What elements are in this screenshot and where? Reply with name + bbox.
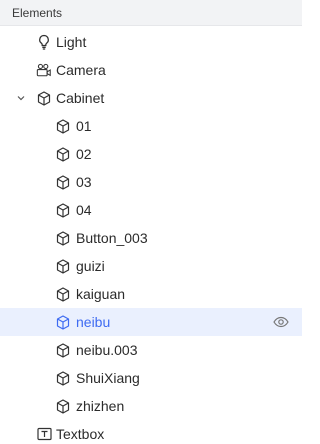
tree-item-label: guizi	[76, 258, 105, 274]
cube-icon	[55, 258, 71, 274]
cube-icon	[55, 202, 71, 218]
tree-item-neibu-003[interactable]: neibu.003	[0, 336, 302, 364]
tree-item-label: 04	[76, 202, 92, 218]
cube-icon	[36, 90, 52, 106]
elements-panel: Elements Light Camera Cabinet 01 02 03 0…	[0, 0, 302, 444]
tree-item-01[interactable]: 01	[0, 112, 302, 140]
tree-item-camera[interactable]: Camera	[0, 56, 302, 84]
cube-icon	[55, 286, 71, 302]
tree-item-label: 01	[76, 118, 92, 134]
tree-item-light[interactable]: Light	[0, 28, 302, 56]
cube-icon	[55, 146, 71, 162]
tree-item-04[interactable]: 04	[0, 196, 302, 224]
element-tree: Light Camera Cabinet 01 02 03 04 Button_…	[0, 28, 302, 444]
cube-icon	[55, 370, 71, 386]
cube-icon	[55, 118, 71, 134]
tree-item-cabinet[interactable]: Cabinet	[0, 84, 302, 112]
cube-icon	[55, 230, 71, 246]
tree-item-label: Camera	[56, 62, 106, 78]
camera-icon	[36, 62, 52, 78]
tree-item-02[interactable]: 02	[0, 140, 302, 168]
tree-item-textbox[interactable]: Textbox	[0, 420, 302, 444]
panel-header: Elements	[0, 0, 302, 26]
tree-item-label: neibu	[76, 314, 111, 330]
tree-item-zhizhen[interactable]: zhizhen	[0, 392, 302, 420]
tree-item-label: 03	[76, 174, 92, 190]
tree-item-label: Light	[56, 34, 87, 50]
tree-item-label: 02	[76, 146, 92, 162]
tree-item-kaiguan[interactable]: kaiguan	[0, 280, 302, 308]
tree-item-label: ShuiXiang	[76, 370, 140, 386]
cube-icon	[55, 174, 71, 190]
tree-item-shuixiang[interactable]: ShuiXiang	[0, 364, 302, 392]
tree-item-03[interactable]: 03	[0, 168, 302, 196]
cube-icon	[55, 314, 71, 330]
text-box-icon	[36, 426, 52, 442]
tree-item-button-003[interactable]: Button_003	[0, 224, 302, 252]
panel-title: Elements	[12, 5, 63, 20]
tree-item-label: Textbox	[56, 426, 105, 442]
tree-item-label: zhizhen	[76, 398, 125, 414]
tree-item-label: Cabinet	[56, 90, 105, 106]
eye-icon[interactable]	[272, 314, 290, 330]
tree-item-guizi[interactable]: guizi	[0, 252, 302, 280]
tree-item-neibu[interactable]: neibu	[0, 308, 302, 336]
cube-icon	[55, 342, 71, 358]
tree-item-label: neibu.003	[76, 342, 138, 358]
tree-item-label: Button_003	[76, 230, 148, 246]
cube-icon	[55, 398, 71, 414]
chevron-down-icon[interactable]	[14, 91, 28, 105]
tree-item-label: kaiguan	[76, 286, 126, 302]
lightbulb-icon	[36, 34, 52, 50]
